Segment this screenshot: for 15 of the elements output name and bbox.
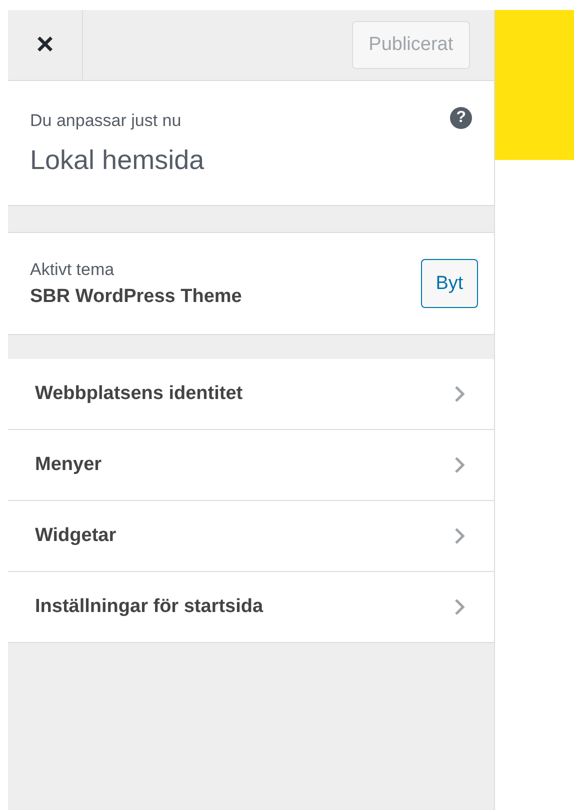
chevron-icon (454, 527, 466, 545)
chevron-icon (454, 456, 466, 474)
section-item[interactable]: Widgetar (8, 501, 494, 572)
chevron-icon (454, 385, 466, 403)
theme-caption: Aktivt tema (30, 260, 116, 280)
section-item[interactable]: Webbplatsens identitet (8, 359, 494, 430)
close-button[interactable]: × (8, 10, 83, 80)
change-theme-button[interactable]: Byt (420, 259, 478, 308)
site-title: Lokal hemsida (30, 145, 204, 176)
customizing-caption: Du anpassar just nu (30, 111, 182, 131)
theme-name: SBR WordPress Theme (30, 286, 242, 308)
section-item[interactable]: Inställningar för startsida (8, 572, 494, 643)
chevron-icon (454, 598, 466, 616)
section-item[interactable]: Menyer (8, 430, 494, 501)
help-button[interactable]: ? (450, 107, 472, 129)
